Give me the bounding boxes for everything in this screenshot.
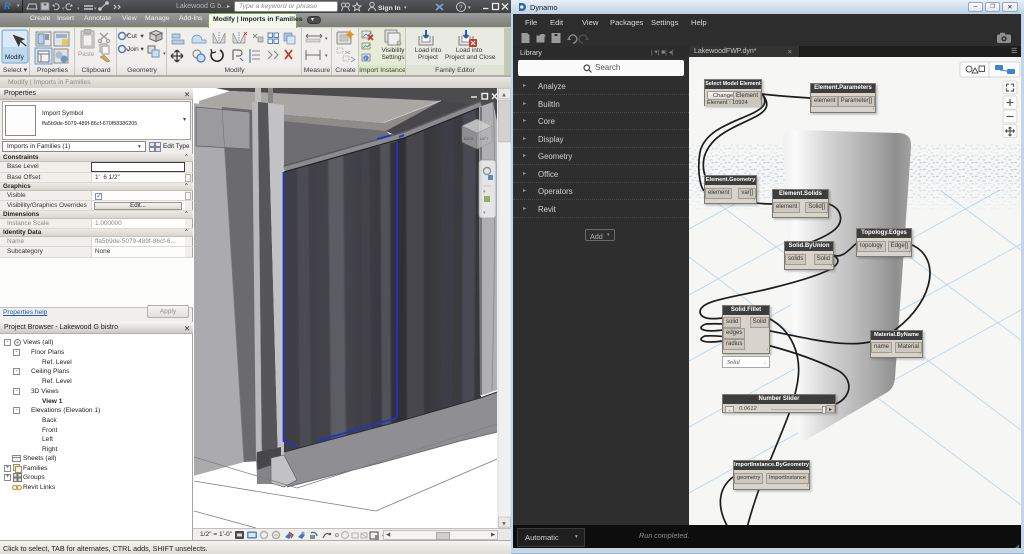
svg-text:BACK: BACK bbox=[464, 137, 474, 141]
svg-text:▲: ▲ bbox=[501, 93, 507, 99]
svg-text:i: i bbox=[365, 56, 366, 61]
svg-text:▾: ▾ bbox=[163, 51, 166, 57]
svg-text:▼: ▼ bbox=[501, 522, 507, 528]
svg-text:▾: ▾ bbox=[325, 36, 328, 42]
svg-text:Modify: Modify bbox=[5, 54, 25, 61]
svg-text:▾: ▾ bbox=[325, 53, 328, 59]
svg-text:?: ? bbox=[459, 5, 463, 12]
svg-text:▾: ▾ bbox=[62, 6, 65, 12]
svg-text:▾: ▾ bbox=[404, 5, 407, 11]
svg-text:Sign In: Sign In bbox=[378, 5, 401, 12]
svg-text:▾: ▾ bbox=[77, 6, 80, 12]
svg-text:▾: ▾ bbox=[94, 6, 97, 12]
svg-text:LEFT: LEFT bbox=[480, 137, 489, 141]
svg-text:▾: ▾ bbox=[468, 5, 471, 11]
